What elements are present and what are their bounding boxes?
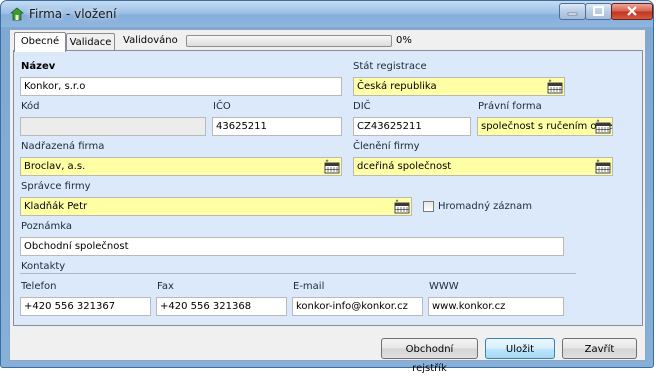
obchodni-rejstrik-button[interactable]: Obchodní rejstřík [381, 338, 478, 374]
house-icon [10, 7, 24, 21]
fax-label: Fax [157, 281, 174, 292]
pravni-forma-value: společnost s ručením omezeným [481, 121, 612, 132]
spravce-field[interactable]: Kladňák Petr [20, 197, 412, 216]
maximize-icon [593, 6, 604, 16]
kod-field[interactable] [20, 117, 206, 136]
nadrazena-field[interactable]: Broclav, a.s. [20, 157, 342, 176]
minimize-button[interactable] [559, 3, 586, 20]
nazev-label: Název [21, 61, 56, 72]
dialog-window: Firma - vložení Obecné Validace Validová… [0, 0, 654, 374]
hromadny-checkbox[interactable] [423, 201, 434, 212]
nadrazena-value: Broclav, a.s. [24, 161, 86, 172]
cleneni-label: Členění firmy [353, 141, 420, 152]
email-field[interactable]: konkor-info@konkor.cz [292, 297, 423, 316]
general-tab-panel: Název Konkor, s.r.o Stát registrace Česk… [13, 50, 643, 326]
table-picker-icon[interactable] [595, 159, 611, 174]
poznamka-field[interactable]: Obchodní společnost [20, 237, 564, 256]
pravni-forma-field[interactable]: společnost s ručením omezeným [477, 117, 613, 136]
kod-label: Kód [21, 101, 40, 112]
www-field[interactable]: www.konkor.cz [428, 297, 564, 316]
telefon-label: Telefon [21, 281, 57, 292]
telefon-field[interactable]: +420 556 321367 [20, 297, 151, 316]
nazev-field[interactable]: Konkor, s.r.o [20, 77, 342, 96]
stat-value: Česká republika [357, 81, 437, 92]
spravce-label: Správce firmy [21, 181, 91, 192]
dic-field[interactable]: CZ43625211 [353, 117, 471, 136]
stat-label: Stát registrace [353, 61, 427, 72]
nadrazena-label: Nadřazená firma [21, 141, 105, 152]
dic-label: DIČ [353, 101, 371, 112]
tab-validace[interactable]: Validace [66, 33, 115, 51]
ico-label: IČO [213, 101, 231, 112]
ico-field[interactable]: 43625211 [212, 117, 342, 136]
table-picker-icon[interactable] [324, 159, 340, 174]
poznamka-label: Poznámka [21, 221, 72, 232]
close-icon [627, 6, 637, 16]
window-title: Firma - vložení [29, 7, 117, 21]
validation-label: Validováno [123, 35, 178, 46]
hromadny-label[interactable]: Hromadný záznam [438, 201, 532, 212]
close-dialog-button[interactable]: Zavřít [562, 338, 637, 359]
table-picker-icon[interactable] [394, 199, 410, 214]
www-label: WWW [429, 281, 459, 292]
kontakty-separator [20, 273, 576, 274]
pravni-forma-label: Právní forma [478, 101, 542, 112]
dialog-client-area: Obecné Validace Validováno 0% Název Konk… [9, 29, 646, 374]
spravce-value: Kladňák Petr [24, 201, 88, 212]
table-picker-icon[interactable] [595, 119, 611, 134]
validation-progress-bar [186, 35, 392, 47]
close-button[interactable] [611, 3, 653, 20]
save-button[interactable]: Uložit [485, 338, 555, 359]
tab-obecne[interactable]: Obecné [14, 32, 66, 52]
email-label: E-mail [293, 281, 325, 292]
minimize-icon [567, 12, 578, 16]
validation-percent: 0% [396, 35, 412, 46]
stat-field[interactable]: Česká republika [353, 77, 565, 96]
maximize-button[interactable] [585, 3, 612, 20]
fax-field[interactable]: +420 556 321368 [156, 297, 287, 316]
title-bar[interactable]: Firma - vložení [1, 1, 653, 27]
table-picker-icon[interactable] [547, 79, 563, 94]
cleneni-value: dceřiná společnost [357, 161, 452, 172]
kontakty-label: Kontakty [21, 261, 66, 272]
cleneni-field[interactable]: dceřiná společnost [353, 157, 613, 176]
